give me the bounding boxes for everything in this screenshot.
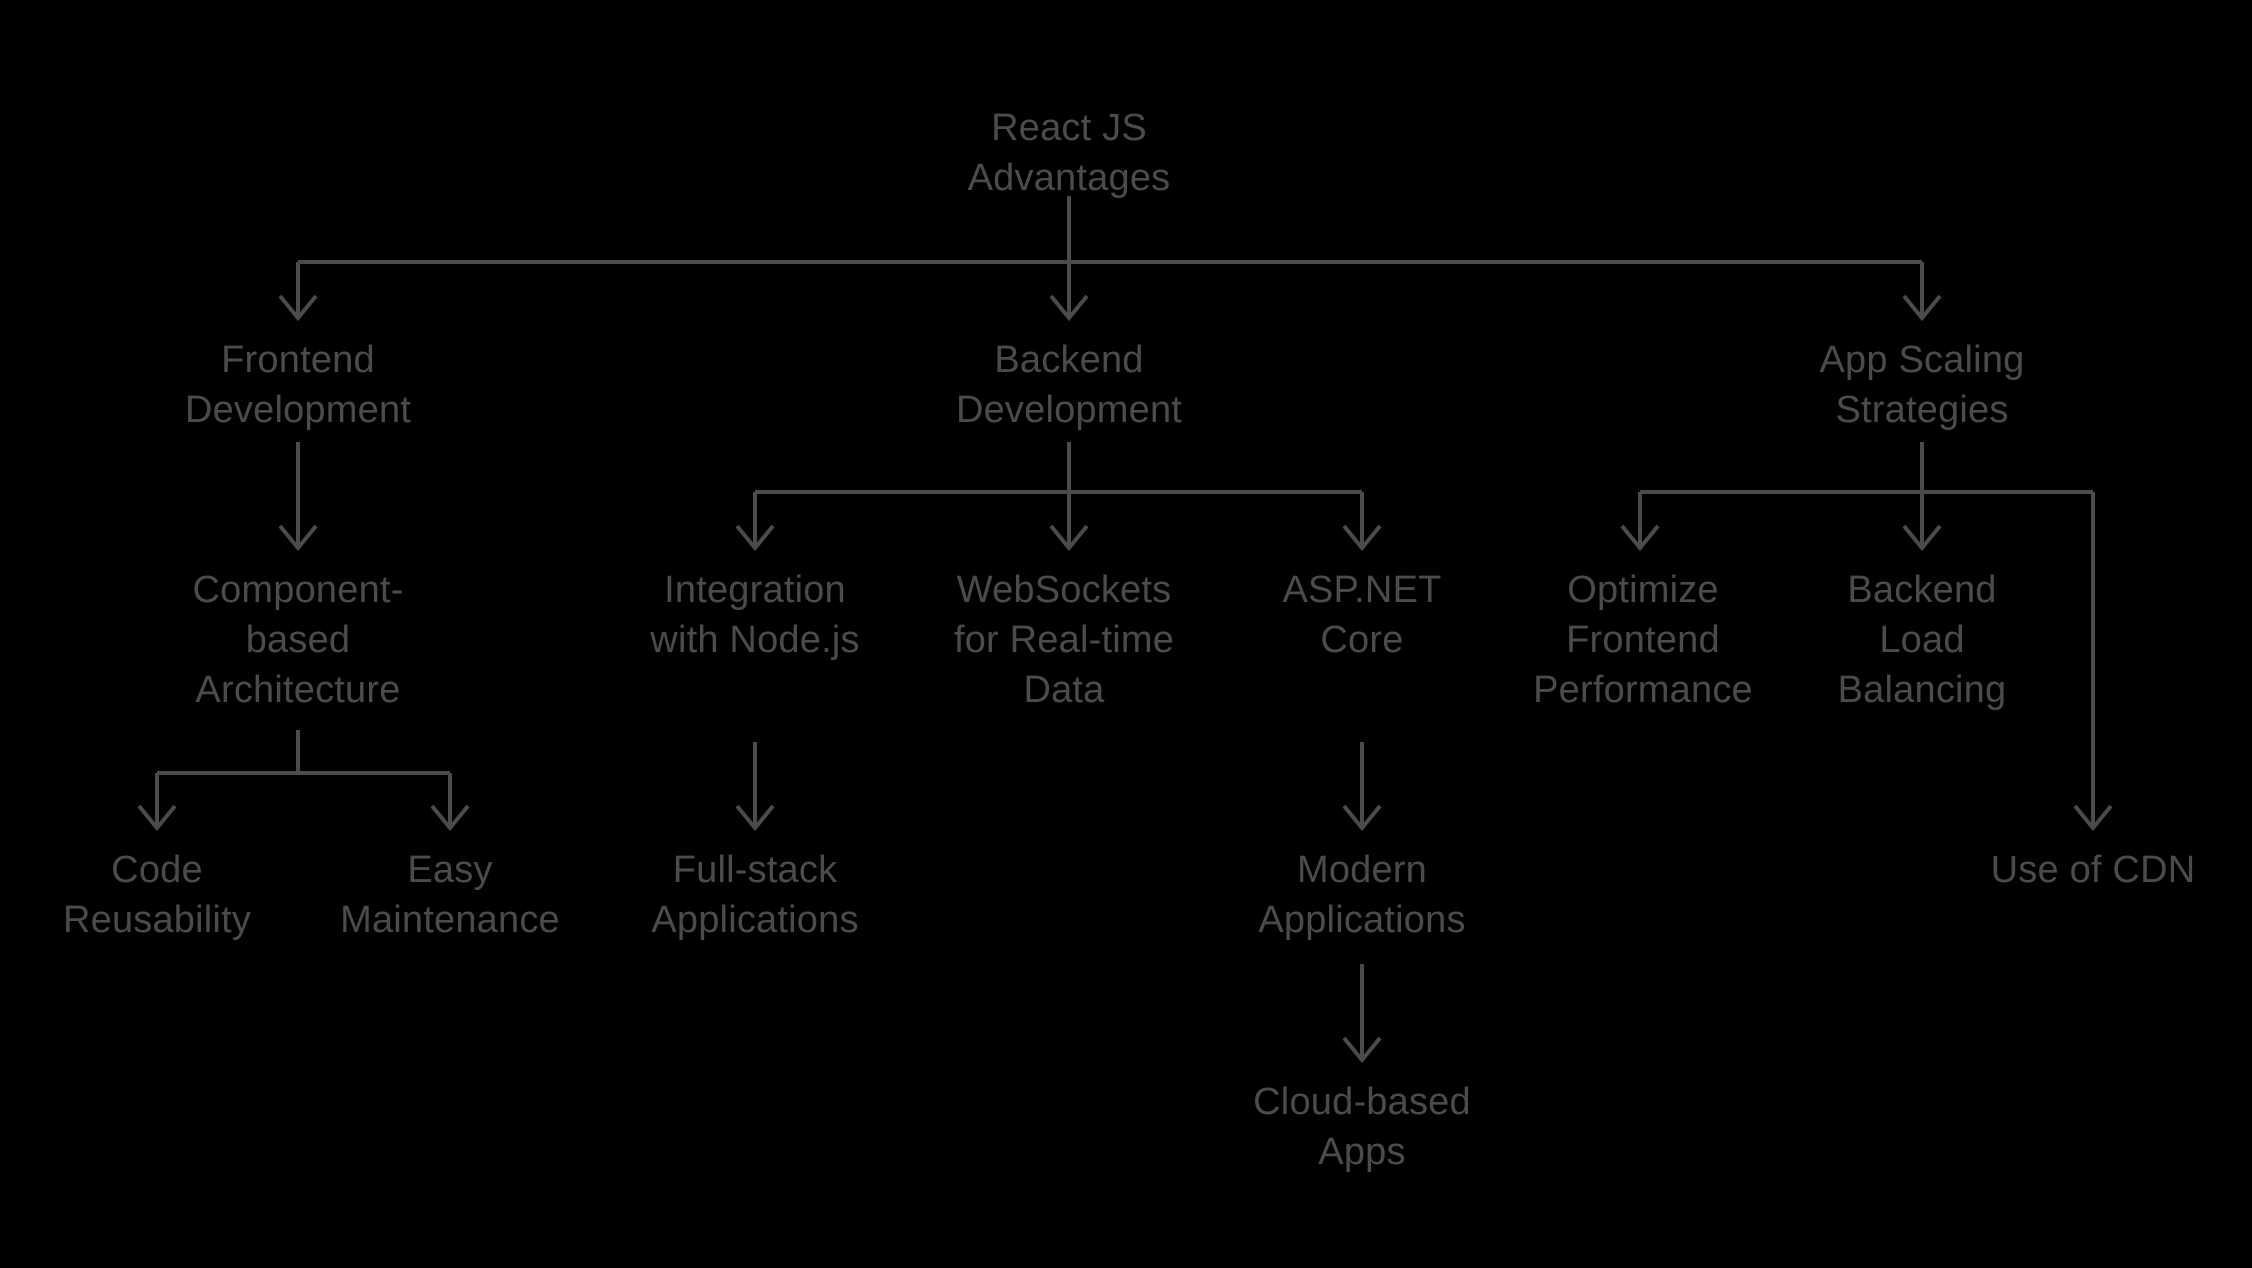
node-component-based-architecture[interactable]: Component- based Architecture bbox=[192, 569, 403, 711]
node-label-line: Full-stack bbox=[673, 849, 838, 891]
edge-root-to-scaling bbox=[1902, 262, 1942, 322]
node-label-line: Cloud-based bbox=[1253, 1081, 1471, 1123]
node-label-line: Optimize bbox=[1567, 569, 1719, 611]
node-label-line: Maintenance bbox=[340, 899, 560, 941]
edge-backend-bus bbox=[755, 442, 1362, 494]
node-react-js-advantages[interactable]: React JS Advantages bbox=[968, 107, 1171, 199]
node-label-line: Easy bbox=[407, 849, 492, 891]
node-websockets-for-realtime-data[interactable]: WebSockets for Real-time Data bbox=[954, 569, 1174, 711]
edge-backend-to-websockets bbox=[1049, 492, 1089, 552]
node-label-line: Advantages bbox=[968, 157, 1171, 199]
edge-component-bus bbox=[157, 730, 450, 775]
edge-integration-to-fullstack bbox=[735, 742, 775, 832]
node-label-line: Reusability bbox=[63, 899, 251, 941]
node-backend-development[interactable]: Backend Development bbox=[956, 339, 1182, 431]
edge-root-to-backend bbox=[1049, 262, 1089, 322]
node-app-scaling-strategies[interactable]: App Scaling Strategies bbox=[1819, 339, 2024, 431]
node-label-line: Backend bbox=[994, 339, 1143, 381]
node-integration-with-nodejs[interactable]: Integration with Node.js bbox=[649, 569, 859, 661]
edge-scaling-to-cdn bbox=[2073, 492, 2113, 832]
node-label-line: Load bbox=[1879, 619, 1964, 661]
node-label-line: Integration bbox=[664, 569, 846, 611]
node-label-line: with Node.js bbox=[649, 619, 859, 661]
node-code-reusability[interactable]: Code Reusability bbox=[63, 849, 251, 941]
node-label-line: Data bbox=[1023, 669, 1105, 711]
node-label-line: based bbox=[246, 619, 351, 661]
node-label-line: Balancing bbox=[1838, 669, 2007, 711]
node-label-line: Backend bbox=[1847, 569, 1996, 611]
node-label-line: Frontend bbox=[221, 339, 375, 381]
flowchart-canvas: React JS Advantages Frontend Development… bbox=[0, 0, 2252, 1268]
edge-frontend-to-component bbox=[278, 442, 318, 552]
edge-backend-to-aspnet bbox=[1342, 492, 1382, 552]
node-backend-load-balancing[interactable]: Backend Load Balancing bbox=[1838, 569, 2007, 711]
node-label-line: Performance bbox=[1533, 669, 1753, 711]
edge-backend-to-integration bbox=[735, 492, 775, 552]
node-modern-applications[interactable]: Modern Applications bbox=[1258, 849, 1465, 941]
node-label-line: Modern bbox=[1297, 849, 1427, 891]
node-use-of-cdn[interactable]: Use of CDN bbox=[1991, 849, 2196, 891]
node-label-line: WebSockets bbox=[957, 569, 1172, 611]
node-aspnet-core[interactable]: ASP.NET Core bbox=[1282, 569, 1441, 661]
node-full-stack-applications[interactable]: Full-stack Applications bbox=[651, 849, 858, 941]
edge-scaling-bus bbox=[1640, 442, 2093, 494]
flowchart-svg: React JS Advantages Frontend Development… bbox=[63, 107, 2196, 1173]
node-label-line: ASP.NET bbox=[1282, 569, 1441, 611]
edge-component-to-codereuse bbox=[137, 773, 177, 832]
edge-root-to-frontend bbox=[278, 262, 318, 322]
node-optimize-frontend-performance[interactable]: Optimize Frontend Performance bbox=[1533, 569, 1753, 711]
node-label-line: Core bbox=[1320, 619, 1403, 661]
node-label-line: for Real-time bbox=[954, 619, 1174, 661]
node-label-line: Applications bbox=[1258, 899, 1465, 941]
node-cloud-based-apps[interactable]: Cloud-based Apps bbox=[1253, 1081, 1471, 1173]
node-label-line: Strategies bbox=[1835, 389, 2008, 431]
node-label-line: Apps bbox=[1318, 1131, 1405, 1173]
node-label-line: Use of CDN bbox=[1991, 849, 2196, 891]
node-frontend-development[interactable]: Frontend Development bbox=[185, 339, 411, 431]
node-label-line: Component- bbox=[192, 569, 403, 611]
edge-scaling-to-optimize bbox=[1620, 492, 1660, 552]
node-label-line: Applications bbox=[651, 899, 858, 941]
node-label-line: App Scaling bbox=[1819, 339, 2024, 381]
node-label-line: Development bbox=[956, 389, 1182, 431]
node-label-line: Architecture bbox=[195, 669, 400, 711]
edge-root-bus bbox=[298, 196, 1922, 264]
node-label-line: Code bbox=[111, 849, 203, 891]
edge-aspnet-to-modernapps bbox=[1342, 742, 1382, 832]
node-label-line: Frontend bbox=[1566, 619, 1720, 661]
edge-modernapps-to-cloudapps bbox=[1342, 964, 1382, 1064]
node-label-line: React JS bbox=[991, 107, 1147, 149]
edge-component-to-easymaint bbox=[430, 773, 470, 832]
node-easy-maintenance[interactable]: Easy Maintenance bbox=[340, 849, 560, 941]
edge-scaling-to-loadbalancing bbox=[1902, 492, 1942, 552]
node-label-line: Development bbox=[185, 389, 411, 431]
